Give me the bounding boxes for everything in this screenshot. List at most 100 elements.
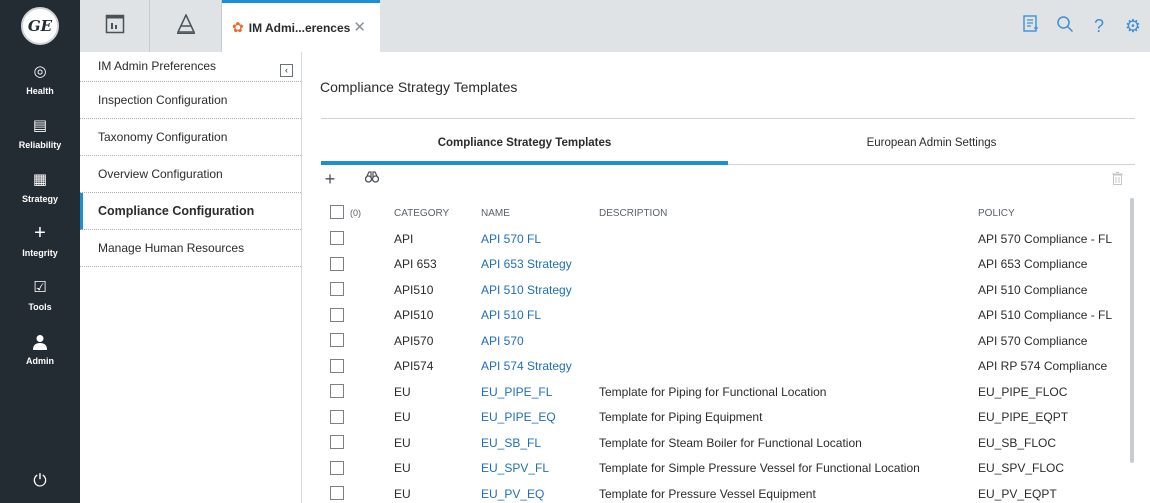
- dashboard-icon: [105, 14, 125, 39]
- rail-item-integrity[interactable]: + Integrity: [0, 214, 80, 268]
- vertical-scrollbar[interactable]: [1130, 198, 1134, 463]
- table-row[interactable]: API 653 API 653 Strategy API 653 Complia…: [321, 252, 1133, 278]
- rail-item-health[interactable]: ◎ Health: [0, 52, 80, 106]
- cell-name-link[interactable]: EU_PV_EQ: [481, 481, 544, 503]
- column-header-category[interactable]: CATEGORY: [394, 200, 449, 226]
- cell-name-link[interactable]: API 510 FL: [481, 303, 541, 329]
- tab-compliance-strategy-templates[interactable]: Compliance Strategy Templates: [321, 132, 728, 165]
- logo-wrap: GE: [0, 0, 80, 52]
- row-checkbox[interactable]: [330, 358, 344, 373]
- row-checkbox[interactable]: [330, 435, 344, 449]
- binoculars-icon[interactable]: [364, 170, 380, 188]
- app-tab-icon: ✿: [232, 19, 244, 35]
- table-row[interactable]: EU EU_PIPE_EQ Template for Piping Equipm…: [321, 405, 1133, 431]
- search-icon[interactable]: [1048, 15, 1082, 38]
- cell-name-link[interactable]: EU_SPV_FL: [481, 456, 549, 482]
- cell-policy: EU_SB_FLOC: [978, 435, 1057, 450]
- cell-category: EU: [394, 384, 411, 399]
- ge-logo[interactable]: GE: [21, 7, 59, 45]
- tab-label: IM Admi...erences: [248, 20, 351, 35]
- menu-item-inspection-configuration[interactable]: Inspection Configuration: [80, 82, 301, 119]
- help-icon[interactable]: ?: [1082, 16, 1116, 37]
- divider: [321, 118, 1135, 119]
- table-row[interactable]: EU EU_SPV_FL Template for Simple Pressur…: [321, 456, 1133, 482]
- dashboard-button[interactable]: [80, 0, 150, 52]
- table-row[interactable]: API510 API 510 FL API 510 Compliance - F…: [321, 303, 1133, 329]
- close-icon[interactable]: ✕: [353, 18, 366, 36]
- page-title: Compliance Strategy Templates: [320, 79, 518, 95]
- cell-name-link[interactable]: EU_PIPE_EQ: [481, 405, 556, 431]
- cell-name-link[interactable]: EU_PIPE_FL: [481, 379, 552, 405]
- rail-item-tools[interactable]: ☑ Tools: [0, 268, 80, 322]
- document-icon: ▤: [32, 117, 48, 134]
- cell-name-link[interactable]: API 574 Strategy: [481, 354, 572, 380]
- rail-item-label: Strategy: [21, 193, 58, 204]
- row-checkbox[interactable]: [330, 409, 344, 424]
- row-checkbox[interactable]: [330, 282, 344, 296]
- rail-item-label: Health: [26, 85, 54, 96]
- cell-policy: EU_SPV_FLOC: [978, 461, 1065, 476]
- selected-count: (0): [350, 208, 361, 218]
- gear-icon[interactable]: ⚙: [1116, 16, 1150, 37]
- column-header-policy[interactable]: POLICY: [978, 200, 1015, 226]
- column-header-name[interactable]: NAME: [481, 200, 510, 226]
- row-checkbox[interactable]: [330, 307, 344, 322]
- collapse-icon[interactable]: ‹: [280, 64, 293, 77]
- table-row[interactable]: API510 API 510 Strategy API 510 Complian…: [321, 277, 1133, 303]
- menu-item-taxonomy-configuration[interactable]: Taxonomy Configuration: [80, 119, 301, 156]
- row-checkbox[interactable]: [330, 256, 344, 271]
- select-all-checkbox[interactable]: [330, 205, 344, 219]
- row-checkbox[interactable]: [330, 333, 344, 347]
- rail-item-admin[interactable]: Admin: [0, 322, 80, 376]
- person-icon: [33, 333, 47, 351]
- cell-policy: API 510 Compliance: [978, 282, 1088, 297]
- cell-policy: API 653 Compliance: [978, 257, 1088, 272]
- power-icon[interactable]: ⏻: [0, 471, 80, 491]
- grid-toolbar: +: [321, 170, 1135, 192]
- table-row[interactable]: API570 API 570 API 570 Compliance: [321, 328, 1133, 354]
- table-row[interactable]: API574 API 574 Strategy API RP 574 Compl…: [321, 354, 1133, 380]
- cell-category: API 653: [394, 257, 437, 272]
- cell-policy: API 570 Compliance: [978, 333, 1088, 348]
- content-tabs: Compliance Strategy Templates European A…: [321, 132, 1135, 165]
- row-checkbox[interactable]: [330, 460, 344, 475]
- cell-category: EU: [394, 486, 411, 501]
- cell-name-link[interactable]: API 653 Strategy: [481, 252, 572, 278]
- row-checkbox[interactable]: [330, 486, 344, 500]
- cell-description: Template for Pressure Vessel Equipment: [599, 486, 816, 501]
- tab-label: Compliance Strategy Templates: [437, 137, 612, 149]
- menu-item-overview-configuration[interactable]: Overview Configuration: [80, 156, 301, 193]
- asset-hierarchy-button[interactable]: [150, 0, 222, 52]
- menu-item-compliance-configuration[interactable]: Compliance Configuration: [80, 193, 301, 230]
- rail-item-label: Reliability: [18, 139, 62, 150]
- tab-label: European Admin Settings: [866, 137, 997, 149]
- rail-item-strategy[interactable]: ▦ Strategy: [0, 160, 80, 214]
- cell-name-link[interactable]: EU_SB_FL: [481, 430, 541, 456]
- row-checkbox[interactable]: [330, 384, 344, 398]
- table-row[interactable]: EU EU_PV_EQ Template for Pressure Vessel…: [321, 481, 1133, 503]
- app-root: GE ◎ Health ▤ Reliability ▦ Strategy + I…: [0, 0, 1150, 503]
- cell-name-link[interactable]: API 510 Strategy: [481, 277, 572, 303]
- tab-european-admin-settings[interactable]: European Admin Settings: [728, 132, 1135, 165]
- menu-item-manage-human-resources[interactable]: Manage Human Resources: [80, 230, 301, 267]
- cell-description: Template for Piping for Functional Locat…: [599, 384, 827, 399]
- table-row[interactable]: EU EU_PIPE_FL Template for Piping for Fu…: [321, 379, 1133, 405]
- templates-table: (0) CATEGORY NAME DESCRIPTION POLICY API…: [321, 200, 1133, 503]
- trash-icon[interactable]: [1112, 172, 1123, 188]
- column-header-description[interactable]: DESCRIPTION: [599, 200, 667, 226]
- plus-icon: +: [34, 222, 46, 244]
- row-checkbox[interactable]: [330, 231, 344, 245]
- cell-category: API: [394, 231, 414, 246]
- target-icon: ◎: [33, 63, 47, 80]
- rail-item-reliability[interactable]: ▤ Reliability: [0, 106, 80, 160]
- table-row[interactable]: EU EU_SB_FL Template for Steam Boiler fo…: [321, 430, 1133, 456]
- cell-policy: EU_PIPE_FLOC: [978, 384, 1068, 399]
- notes-icon[interactable]: [1014, 14, 1048, 38]
- cell-name-link[interactable]: API 570 FL: [481, 226, 541, 252]
- tab-im-admin-preferences[interactable]: ✿ IM Admi...erences ✕: [222, 0, 380, 52]
- add-icon[interactable]: +: [321, 170, 339, 188]
- menu-item-label: Inspection Configuration: [98, 93, 228, 107]
- cell-policy: API RP 574 Compliance: [978, 359, 1108, 374]
- cell-name-link[interactable]: API 570: [481, 328, 524, 354]
- table-row[interactable]: API API 570 FL API 570 Compliance - FL: [321, 226, 1133, 252]
